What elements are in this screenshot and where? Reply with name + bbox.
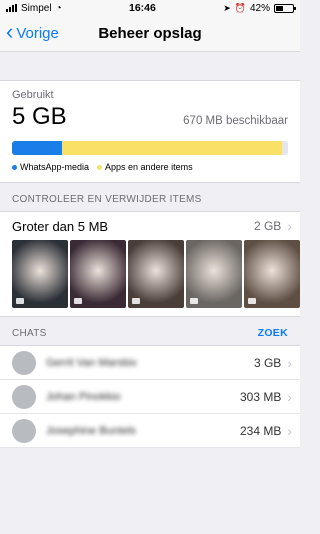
status-left: Simpel ◔ xyxy=(6,3,62,14)
row-size: 2 GB xyxy=(253,219,282,233)
chat-right: 3 GB › xyxy=(254,355,300,371)
media-thumbnail[interactable] xyxy=(244,240,300,308)
chat-name: Johan Pinokkio xyxy=(46,390,121,403)
legend-dot xyxy=(12,164,17,170)
media-thumbnails xyxy=(12,240,300,308)
chat-list: Gerrit Van Marsbix 3 GB › Johan Pinokkio 303… xyxy=(0,345,300,448)
legend-dot xyxy=(97,164,103,170)
chat-size: 3 GB xyxy=(253,355,282,370)
storage-summary: Gebruikt 5 GB 670 MB beschikbaar WhatsAp… xyxy=(0,80,300,183)
chat-row[interactable]: Josephine Buntels 234 MB › xyxy=(0,414,300,448)
chevron-right-icon: › xyxy=(287,422,292,439)
clock: 16:46 xyxy=(128,2,156,14)
review-section-header: CONTROLEER EN VERWIJDER ITEMS xyxy=(0,183,300,211)
avatar xyxy=(12,384,36,409)
larger-than-5mb-row[interactable]: Groter dan 5 MB 2 GB › xyxy=(12,212,300,240)
navigation-bar: ‹ Vorige Beheer opslag xyxy=(0,16,300,52)
wifi-icon: ◔ xyxy=(55,2,62,14)
storage-bar-segment xyxy=(12,141,62,155)
chevron-right-icon: › xyxy=(287,354,292,371)
battery-percent: 42% xyxy=(249,2,270,14)
chat-right: 234 MB › xyxy=(240,423,300,439)
back-button[interactable]: ‹ Vorige xyxy=(6,19,59,44)
video-icon xyxy=(190,298,198,304)
status-right: ➤ ⏰ 42% xyxy=(223,2,296,14)
battery-icon xyxy=(273,3,296,13)
media-thumbnail[interactable] xyxy=(186,240,242,308)
chat-size: 303 MB xyxy=(239,389,282,404)
used-row: 5 GB 670 MB beschikbaar xyxy=(12,103,288,131)
chevron-right-icon: › xyxy=(287,388,292,405)
legend-label: WhatsApp-media xyxy=(20,162,90,172)
video-icon xyxy=(248,298,256,304)
storage-bar-segment xyxy=(61,141,283,155)
review-section: Groter dan 5 MB 2 GB › xyxy=(0,211,300,317)
video-icon xyxy=(132,298,140,304)
video-icon xyxy=(16,298,24,304)
legend-item-media: WhatsApp-media xyxy=(12,162,89,172)
review-header-label: CONTROLEER EN VERWIJDER ITEMS xyxy=(12,194,202,205)
alarm-icon: ⏰ xyxy=(234,2,246,13)
chat-row[interactable]: Gerrit Van Marsbix 3 GB › xyxy=(0,346,300,380)
chat-row[interactable]: Johan Pinokkio 303 MB › xyxy=(0,380,300,414)
used-label: Gebruikt xyxy=(12,89,54,101)
chat-right: 303 MB › xyxy=(240,389,300,405)
media-thumbnail[interactable] xyxy=(70,240,126,308)
chats-header-label: CHATS xyxy=(12,328,47,339)
chat-size: 234 MB xyxy=(239,423,282,438)
back-label: Vorige xyxy=(16,25,59,42)
video-icon xyxy=(74,298,82,304)
avatar xyxy=(12,418,36,443)
search-button[interactable]: ZOEK xyxy=(258,327,288,339)
carrier: Simpel xyxy=(21,2,52,14)
signal-icon xyxy=(6,4,17,12)
row-label: Groter dan 5 MB xyxy=(12,218,109,234)
chat-name: Gerrit Van Marsbix xyxy=(46,356,137,369)
status-bar: Simpel ◔ 16:46 ➤ ⏰ 42% xyxy=(0,0,300,16)
storage-legend: WhatsApp-media Apps en andere items xyxy=(12,162,288,172)
location-icon: ➤ xyxy=(223,2,231,13)
legend-label: Apps en andere items xyxy=(105,162,193,172)
used-value: 5 GB xyxy=(12,103,67,130)
chevron-right-icon: › xyxy=(287,218,292,234)
chats-section-header: CHATS ZOEK xyxy=(0,317,300,345)
chevron-left-icon: ‹ xyxy=(6,19,14,44)
storage-bar xyxy=(12,141,288,155)
avatar xyxy=(12,350,36,375)
chat-name: Josephine Buntels xyxy=(46,424,136,437)
media-thumbnail[interactable] xyxy=(128,240,184,308)
row-right: 2 GB › xyxy=(254,218,292,234)
available-space: 670 MB beschikbaar xyxy=(183,115,288,127)
media-thumbnail[interactable] xyxy=(12,240,68,308)
legend-item-apps: Apps en andere items xyxy=(97,162,193,172)
